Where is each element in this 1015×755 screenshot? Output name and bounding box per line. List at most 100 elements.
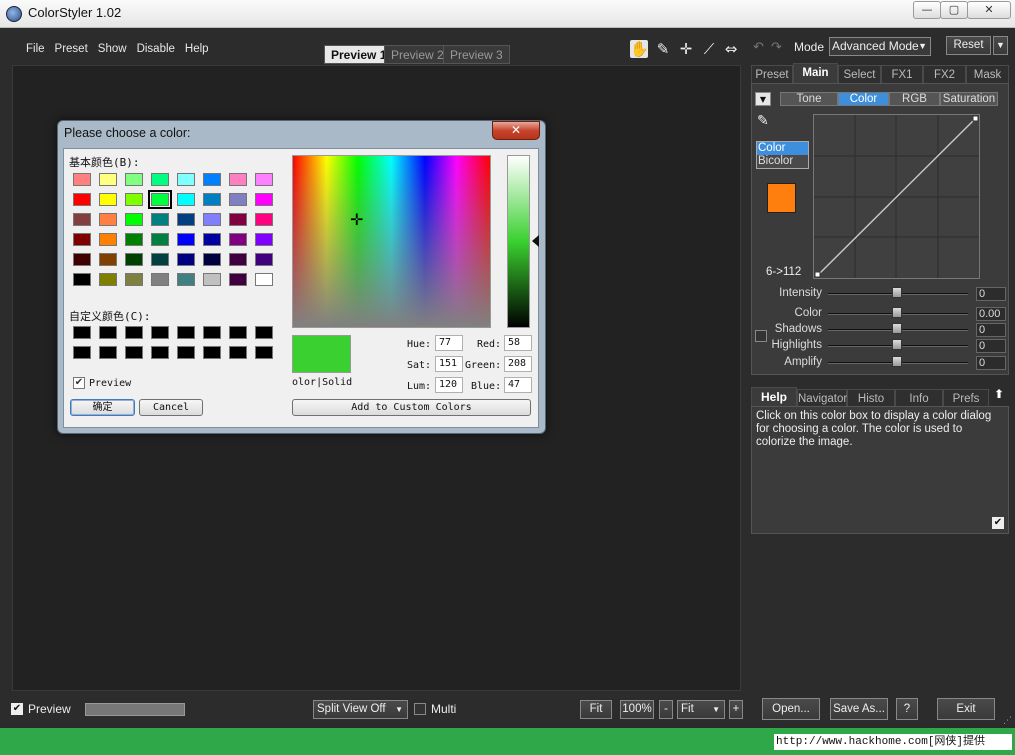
slider-highlights-value[interactable]: 0 (976, 339, 1006, 353)
basic-color-swatch[interactable] (125, 213, 143, 226)
tab-fx1[interactable]: FX1 (881, 65, 923, 84)
basic-color-swatch[interactable] (203, 213, 221, 226)
slider-intensity-knob[interactable] (892, 287, 902, 298)
slider-amplify-knob[interactable] (892, 356, 902, 367)
basic-color-swatch[interactable] (99, 233, 117, 246)
basic-color-swatch[interactable] (99, 253, 117, 266)
custom-color-swatch[interactable] (229, 346, 247, 359)
panel-menu-icon[interactable]: ▼ (755, 92, 771, 106)
mode-select[interactable]: Advanced Mode ▼ (829, 37, 931, 56)
undo-icon[interactable]: ↶ (753, 40, 764, 55)
custom-color-swatch[interactable] (203, 346, 221, 359)
exit-button[interactable]: Exit (937, 698, 995, 720)
help-pin-checkbox[interactable]: ✔ (992, 517, 1004, 529)
crosshair-tool-icon[interactable]: ✛ (677, 40, 695, 58)
custom-color-swatch[interactable] (151, 326, 169, 339)
basic-color-swatch[interactable] (148, 190, 172, 209)
multi-checkbox[interactable] (414, 703, 426, 715)
minimize-button[interactable]: — (913, 1, 941, 19)
cancel-button[interactable]: Cancel (139, 399, 203, 416)
basic-color-swatch[interactable] (203, 173, 221, 186)
tab-preview-3[interactable]: Preview 3 (443, 45, 510, 64)
tab-mask[interactable]: Mask (966, 65, 1009, 84)
custom-color-swatch[interactable] (151, 346, 169, 359)
basic-color-swatch[interactable] (203, 273, 221, 286)
basic-color-swatch[interactable] (73, 273, 91, 286)
menu-file[interactable]: File (26, 43, 45, 59)
ok-button[interactable]: 确定 (70, 399, 135, 416)
zoom-select[interactable]: Fit ▼ (677, 700, 725, 719)
split-tool-icon[interactable]: ⇔ (722, 40, 740, 58)
slider-shadows-knob[interactable] (892, 323, 902, 334)
dialog-preview-checkbox[interactable]: ✔ (73, 377, 85, 389)
basic-color-swatch[interactable] (177, 173, 195, 186)
preview-checkbox[interactable]: ✔ (11, 703, 23, 715)
basic-color-swatch[interactable] (255, 253, 273, 266)
hue-input[interactable]: 77 (435, 335, 463, 351)
save-as-button[interactable]: Save As... (830, 698, 888, 720)
hand-tool-icon[interactable]: ✋ (630, 40, 649, 58)
luminance-pointer-icon[interactable] (532, 235, 539, 247)
tab-select[interactable]: Select (838, 65, 881, 84)
basic-color-swatch[interactable] (125, 193, 143, 206)
tab-fx2[interactable]: FX2 (923, 65, 966, 84)
custom-color-swatch[interactable] (125, 346, 143, 359)
slider-color-value[interactable]: 0.00 (976, 307, 1006, 321)
eyedropper-tool-icon[interactable]: ✎ (654, 40, 672, 58)
red-input[interactable]: 58 (504, 335, 532, 351)
basic-color-swatch[interactable] (125, 273, 143, 286)
basic-color-swatch[interactable] (255, 173, 273, 186)
menu-show[interactable]: Show (98, 43, 127, 59)
add-custom-colors-button[interactable]: Add to Custom Colors (292, 399, 531, 416)
basic-color-swatch[interactable] (177, 273, 195, 286)
close-button[interactable]: ✕ (967, 1, 1011, 19)
custom-color-swatch[interactable] (73, 326, 91, 339)
tab-help[interactable]: Help (751, 387, 797, 407)
menu-help[interactable]: Help (185, 43, 209, 59)
color-mode-bicolor[interactable]: Bicolor (757, 155, 808, 168)
basic-color-swatch[interactable] (125, 253, 143, 266)
resize-grip-icon[interactable]: ⋰ (1003, 716, 1012, 726)
basic-color-swatch[interactable] (125, 173, 143, 186)
basic-color-swatch[interactable] (73, 193, 91, 206)
basic-color-swatch[interactable] (177, 213, 195, 226)
basic-color-swatch[interactable] (177, 193, 195, 206)
basic-color-swatch[interactable] (99, 213, 117, 226)
reset-button[interactable]: Reset (946, 36, 991, 55)
subtab-color[interactable]: Color (838, 92, 889, 106)
dialog-close-button[interactable]: ✕ (492, 121, 540, 140)
custom-color-swatch[interactable] (99, 326, 117, 339)
basic-color-swatch[interactable] (73, 253, 91, 266)
basic-color-swatch[interactable] (255, 273, 273, 286)
basic-color-swatch[interactable] (151, 213, 169, 226)
green-input[interactable]: 208 (504, 356, 532, 372)
basic-color-swatch[interactable] (229, 233, 247, 246)
subtab-rgb[interactable]: RGB (889, 92, 940, 106)
sat-input[interactable]: 151 (435, 356, 463, 372)
redo-icon[interactable]: ↷ (771, 40, 782, 55)
hue-saturation-spectrum[interactable]: ✛ (292, 155, 491, 328)
luminance-bar[interactable] (507, 155, 530, 328)
maximize-button[interactable]: ▢ (940, 1, 968, 19)
basic-color-swatch[interactable] (99, 273, 117, 286)
basic-color-swatch[interactable] (229, 193, 247, 206)
curve-editor[interactable] (813, 114, 980, 279)
subtab-saturation[interactable]: Saturation (940, 92, 998, 106)
basic-color-swatch[interactable] (229, 253, 247, 266)
basic-color-swatch[interactable] (73, 213, 91, 226)
tab-preset[interactable]: Preset (751, 65, 793, 84)
tab-main[interactable]: Main (793, 63, 838, 84)
tab-preview-2[interactable]: Preview 2 (384, 45, 451, 64)
custom-color-swatch[interactable] (125, 326, 143, 339)
basic-color-swatch[interactable] (203, 193, 221, 206)
basic-color-swatch[interactable] (99, 193, 117, 206)
basic-color-swatch[interactable] (255, 233, 273, 246)
slider-shadows-value[interactable]: 0 (976, 323, 1006, 337)
custom-color-swatch[interactable] (177, 346, 195, 359)
lum-input[interactable]: 120 (435, 377, 463, 393)
split-view-select[interactable]: Split View Off ▼ (313, 700, 408, 719)
eyedropper-icon[interactable]: ✎ (757, 113, 769, 129)
custom-color-swatch[interactable] (255, 346, 273, 359)
basic-color-swatch[interactable] (255, 213, 273, 226)
basic-color-swatch[interactable] (151, 173, 169, 186)
